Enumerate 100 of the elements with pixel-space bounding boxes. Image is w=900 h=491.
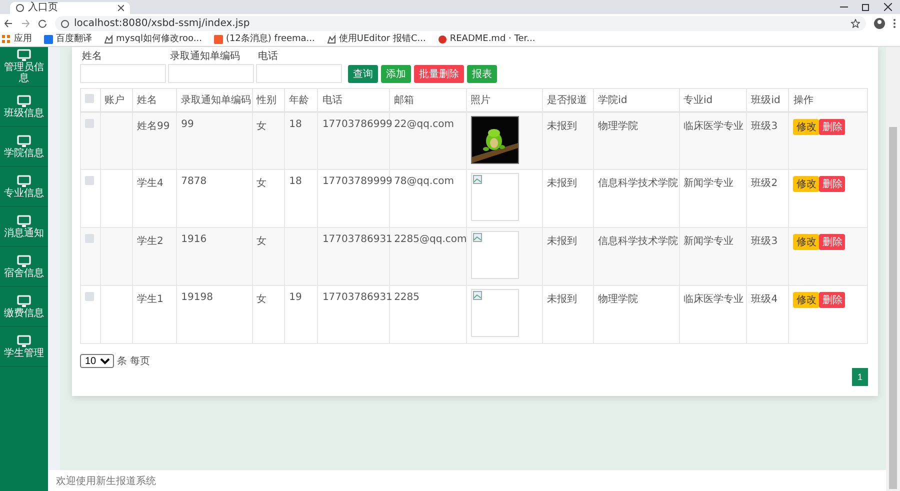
table-cell: 女 — [256, 120, 267, 132]
table-cell: 17703789999 — [322, 176, 392, 187]
table-cell: 未报到 — [547, 294, 578, 305]
table-cell: 19 — [289, 292, 302, 303]
table-cell: 99 — [181, 118, 194, 130]
apps-icon — [2, 35, 11, 44]
table-cell: 女 — [256, 294, 267, 305]
globe-icon — [16, 4, 24, 12]
bookmark[interactable]: 使用UEditor 报错C... — [326, 35, 426, 44]
table-cell: 17703786931 — [322, 292, 392, 303]
table-cell: 班级3 — [751, 120, 778, 132]
forward-icon[interactable] — [21, 19, 30, 28]
edit-button[interactable]: 修改 — [793, 118, 820, 134]
tab-title: 入口页 — [28, 3, 58, 13]
menu-icon[interactable] — [893, 19, 896, 28]
table-cell: 临床医学专业 — [684, 294, 744, 305]
table-cell: 17703786931 — [322, 234, 392, 245]
bookmark[interactable]: 百度翻译 — [44, 35, 92, 44]
checkbox[interactable] — [85, 234, 94, 243]
table-cell: 女 — [256, 236, 267, 247]
edit-button[interactable]: 修改 — [793, 234, 820, 250]
broken-image-icon — [472, 175, 482, 184]
delete-button[interactable]: 删除 — [819, 118, 846, 134]
close-icon[interactable] — [884, 3, 892, 11]
back-icon[interactable] — [4, 19, 13, 28]
table-cell: 信息科学技术学院 — [598, 178, 678, 189]
monitor-icon — [17, 134, 31, 146]
table-cell: 19198 — [181, 292, 213, 303]
table-cell: 22@qq.com — [394, 118, 454, 130]
broken-image-icon — [472, 291, 482, 300]
table-cell: 班级2 — [751, 178, 778, 189]
footer-text: 欢迎使用新生报道系统 — [56, 474, 156, 488]
square-icon — [214, 35, 223, 44]
profile-icon[interactable] — [874, 18, 885, 29]
table-cell: 学生1 — [137, 294, 164, 305]
table-cell: 17703786999 — [322, 118, 392, 130]
bookmark[interactable]: 应用 — [2, 35, 32, 44]
scrollbar[interactable] — [886, 47, 900, 491]
monitor-icon — [17, 214, 31, 226]
bookmark[interactable]: (12条消息) freema... — [214, 35, 315, 44]
table-cell: 学生2 — [137, 236, 164, 247]
restore-icon[interactable] — [862, 3, 870, 11]
per-page-label: 条 每页 — [117, 355, 150, 368]
table-cell: 物理学院 — [598, 120, 638, 132]
edit-button[interactable]: 修改 — [793, 292, 820, 308]
checkbox[interactable] — [85, 176, 94, 185]
table-cell: 7878 — [181, 176, 207, 187]
monitor-icon — [17, 174, 31, 186]
search-field[interactable] — [168, 64, 254, 83]
table-cell: 信息科学技术学院 — [598, 236, 678, 247]
table-cell: 2285@qq.com — [394, 234, 467, 245]
field-label: 姓名 — [81, 50, 103, 63]
field-label: 电话 — [257, 50, 279, 63]
reload-icon[interactable] — [38, 19, 47, 28]
address-bar[interactable]: localhost:8080/xsbd-ssmj/index.jsp — [55, 16, 866, 31]
table-cell: 新闻学专业 — [684, 236, 734, 247]
table-cell: 78@qq.com — [394, 176, 454, 187]
table-cell: 未报到 — [547, 236, 578, 247]
table-cell: 学生4 — [137, 178, 164, 189]
table-cell: 2285 — [394, 292, 420, 303]
page-size-select[interactable]: 10 — [80, 354, 114, 368]
table-cell: 1916 — [181, 234, 207, 245]
close-icon[interactable] — [118, 5, 124, 11]
bookmark[interactable]: README.md · Ter... — [438, 35, 536, 44]
table-cell: 18 — [289, 176, 302, 187]
star-icon[interactable] — [851, 19, 860, 28]
edit-button[interactable]: 修改 — [793, 176, 820, 192]
page-button[interactable]: 1 — [852, 368, 868, 386]
table-cell: 未报到 — [547, 178, 578, 189]
checkbox[interactable] — [85, 94, 94, 103]
monitor-icon — [17, 94, 31, 106]
checkbox[interactable] — [85, 118, 94, 128]
table-cell: 新闻学专业 — [684, 178, 734, 189]
square-icon — [44, 35, 53, 44]
delete-button[interactable]: 删除 — [819, 292, 846, 308]
add-button[interactable]: 添加 — [381, 65, 411, 83]
delete-button[interactable]: 批量删除 — [414, 65, 464, 83]
delete-button[interactable]: 删除 — [819, 234, 846, 250]
checkbox[interactable] — [85, 292, 94, 301]
query-button[interactable]: 查询 — [348, 65, 378, 83]
table-cell: 班级4 — [751, 294, 778, 305]
monitor-icon — [17, 49, 31, 61]
field-label: 录取通知单编码 — [169, 50, 241, 63]
monitor-icon — [17, 334, 31, 346]
table-cell: 物理学院 — [598, 294, 638, 305]
delete-button[interactable]: 删除 — [819, 176, 846, 192]
broken-image-icon — [472, 233, 482, 242]
table-cell: 女 — [256, 178, 267, 189]
info-icon — [61, 20, 69, 28]
bookmark[interactable]: mysql如何修改roo... — [104, 35, 202, 44]
table-cell: 临床医学专业 — [684, 120, 744, 132]
browser-tab[interactable]: 入口页 — [10, 2, 130, 14]
table-cell: 未报到 — [547, 120, 578, 132]
search-field[interactable] — [80, 64, 166, 83]
search-field[interactable] — [256, 64, 342, 83]
table-cell: 18 — [289, 118, 302, 130]
monitor-icon — [17, 294, 31, 306]
report-button[interactable]: 报表 — [467, 65, 497, 83]
circle-icon — [438, 35, 447, 44]
table-cell: 班级3 — [751, 236, 778, 247]
